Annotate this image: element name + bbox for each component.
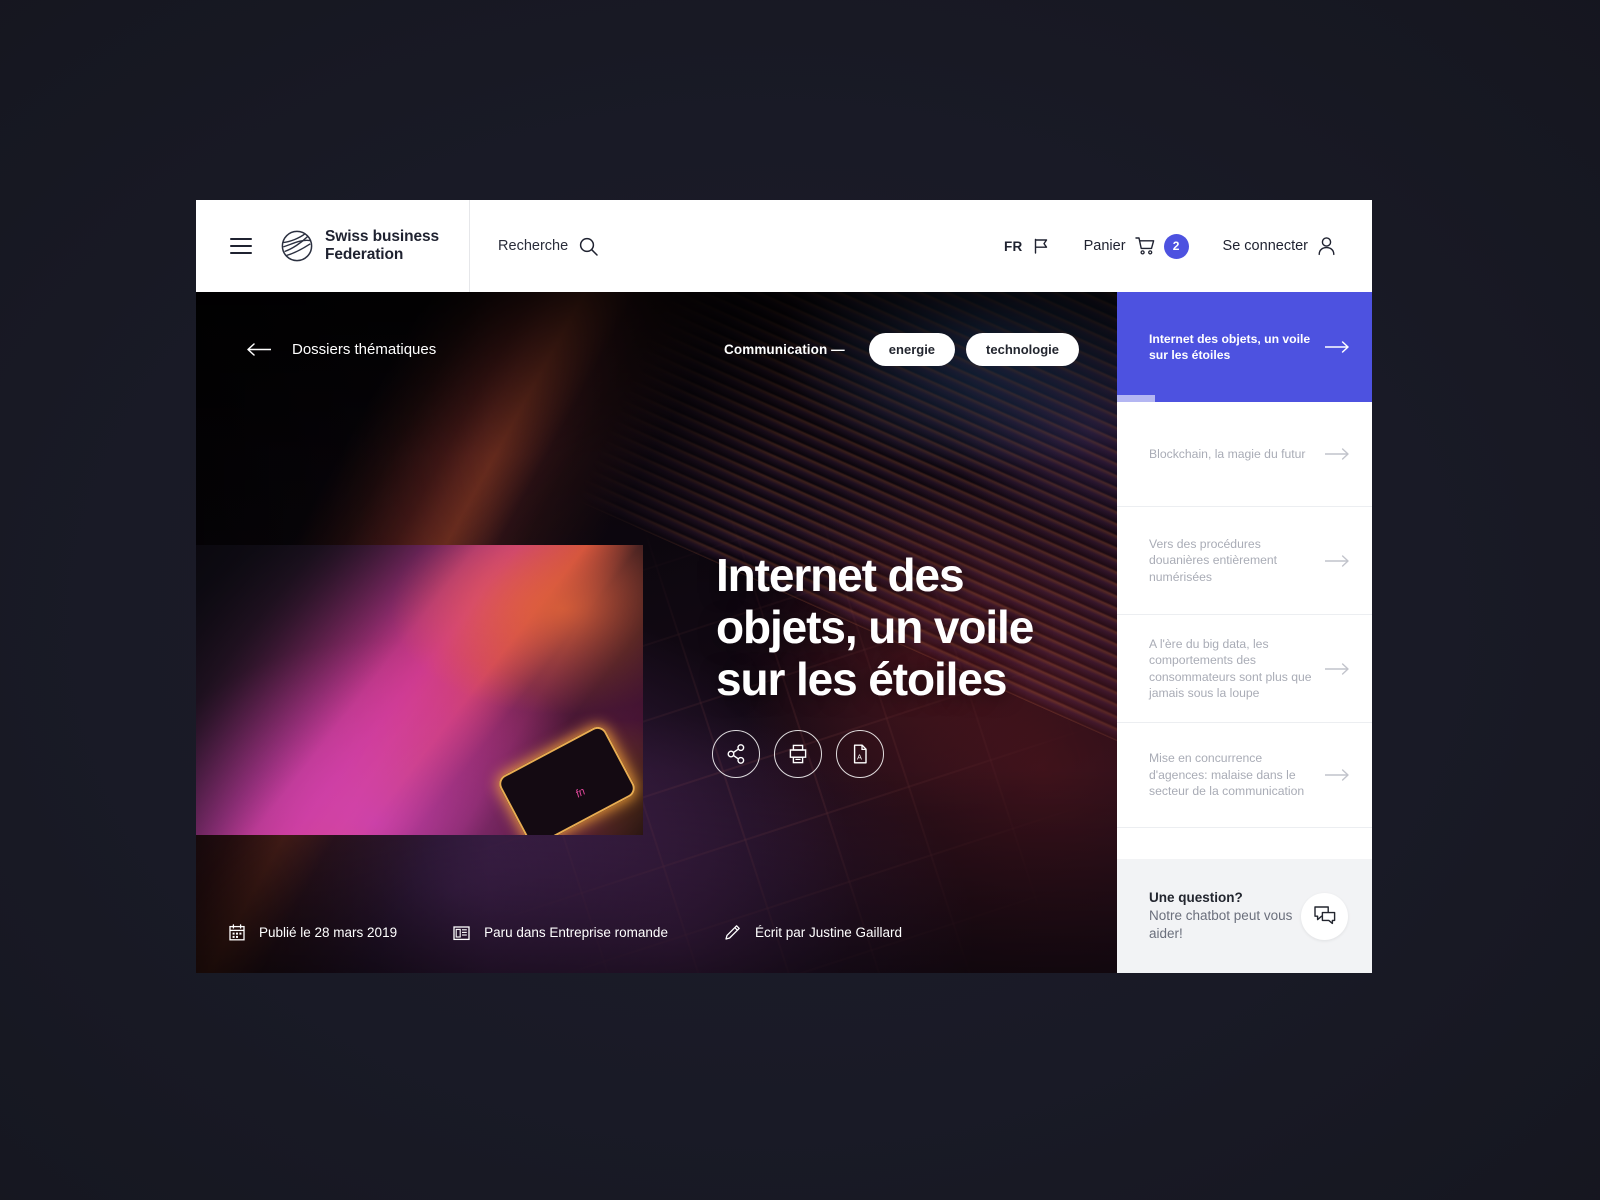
- arrow-right-icon: [1325, 448, 1349, 460]
- rail-item-agences[interactable]: Mise en concurrence d'agences: malaise d…: [1117, 723, 1372, 828]
- cart-button[interactable]: Panier 2: [1083, 233, 1189, 259]
- arrow-right-icon: [1325, 341, 1349, 353]
- article-thumbnail-image: fn: [196, 545, 643, 835]
- rail-spacer: [1117, 828, 1372, 859]
- hero-topbar: Dossiers thématiques Communication — ene…: [196, 333, 1117, 366]
- meta-author: Écrit par Justine Gaillard: [724, 924, 902, 941]
- language-label: FR: [1004, 238, 1023, 254]
- article-headline: Internet des objets, un voile sur les ét…: [716, 549, 1034, 705]
- flag-icon: [1034, 238, 1047, 254]
- rail-item-title: Vers des procédures douanières entièreme…: [1149, 536, 1278, 584]
- search-label: Recherche: [498, 238, 569, 254]
- meta-publication: Paru dans Entreprise romande: [453, 925, 668, 941]
- print-icon: [789, 744, 807, 764]
- site-header: Swiss business Federation Recherche FR P…: [196, 200, 1372, 292]
- share-button[interactable]: [712, 730, 760, 778]
- share-icon: [727, 744, 745, 764]
- chatbot-title: Une question?: [1149, 890, 1243, 905]
- shopping-cart-icon: [1134, 237, 1154, 255]
- meta-publication-text: Paru dans Entreprise romande: [484, 925, 668, 940]
- chatbot-subtitle: Notre chatbot peut vous aider!: [1149, 908, 1293, 941]
- tag-energie[interactable]: energie: [868, 333, 956, 366]
- page-body: Dossiers thématiques Communication — ene…: [196, 292, 1372, 973]
- login-button[interactable]: Se connecter: [1223, 236, 1336, 256]
- rail-item-title: A l'ère du big data, les comportements d…: [1149, 636, 1312, 701]
- brand-name: Swiss business Federation: [325, 228, 440, 263]
- meta-published-date: Publié le 28 mars 2019: [229, 924, 397, 941]
- arrow-right-icon: [1325, 554, 1349, 567]
- cart-count-badge: 2: [1163, 233, 1189, 259]
- header-actions: FR Panier 2 Se connecter: [1004, 233, 1372, 259]
- back-to-dossiers-link[interactable]: Dossiers thématiques: [246, 341, 436, 358]
- chat-bubbles-icon: [1313, 906, 1335, 925]
- arrow-left-icon: [247, 343, 271, 356]
- app-window: Swiss business Federation Recherche FR P…: [196, 200, 1372, 973]
- print-button[interactable]: [774, 730, 822, 778]
- rail-active-progress-bar: [1117, 395, 1155, 402]
- newspaper-icon: [453, 925, 470, 940]
- search-button[interactable]: Recherche: [470, 237, 598, 256]
- tag-technologie[interactable]: technologie: [966, 333, 1079, 366]
- hamburger-menu-icon[interactable]: [230, 238, 252, 254]
- pdf-download-icon: A: [853, 744, 867, 764]
- page-canvas: Swiss business Federation Recherche FR P…: [0, 0, 1600, 1200]
- header-brand-block: Swiss business Federation: [196, 200, 471, 292]
- rail-item-title: Mise en concurrence d'agences: malaise d…: [1149, 751, 1305, 799]
- chatbot-text-block: Une question? Notre chatbot peut vous ai…: [1149, 889, 1301, 943]
- calendar-icon: [229, 924, 245, 941]
- globe-logo-icon: [281, 230, 313, 262]
- arrow-right-icon: [1325, 769, 1349, 781]
- pen-icon: [725, 925, 740, 940]
- rail-item-title: Internet des objets, un voile sur les ét…: [1149, 331, 1311, 363]
- pdf-download-button[interactable]: A: [836, 730, 884, 778]
- rail-item-blockchain[interactable]: Blockchain, la magie du futur: [1117, 402, 1372, 507]
- hero-tag-group: Communication — energie technologie: [724, 333, 1079, 366]
- back-link-label: Dossiers thématiques: [292, 341, 437, 358]
- user-account-icon: [1318, 237, 1335, 256]
- meta-author-text: Écrit par Justine Gaillard: [754, 925, 903, 940]
- rail-item-bigdata[interactable]: A l'ère du big data, les comportements d…: [1117, 615, 1372, 723]
- language-switcher[interactable]: FR: [1004, 237, 1050, 255]
- article-action-buttons: A: [712, 730, 884, 778]
- rail-item-title: Blockchain, la magie du futur: [1149, 446, 1306, 461]
- rail-item-active[interactable]: Internet des objets, un voile sur les ét…: [1117, 292, 1372, 402]
- svg-text:A: A: [857, 753, 862, 762]
- arrow-right-icon: [1325, 662, 1349, 675]
- search-icon: [580, 237, 598, 256]
- article-meta-row: Publié le 28 mars 2019 Paru dans Entrepr…: [229, 924, 958, 941]
- cart-label: Panier: [1083, 238, 1126, 254]
- rail-item-douanes[interactable]: Vers des procédures douanières entièreme…: [1117, 507, 1372, 615]
- login-label: Se connecter: [1222, 238, 1308, 254]
- meta-published-text: Publié le 28 mars 2019: [259, 925, 398, 940]
- related-articles-rail: Internet des objets, un voile sur les ét…: [1117, 292, 1372, 973]
- hero-section-label: Communication —: [724, 342, 845, 357]
- chatbot-open-button[interactable]: [1301, 892, 1348, 940]
- chatbot-card[interactable]: Une question? Notre chatbot peut vous ai…: [1117, 859, 1372, 973]
- article-hero: Dossiers thématiques Communication — ene…: [196, 292, 1117, 973]
